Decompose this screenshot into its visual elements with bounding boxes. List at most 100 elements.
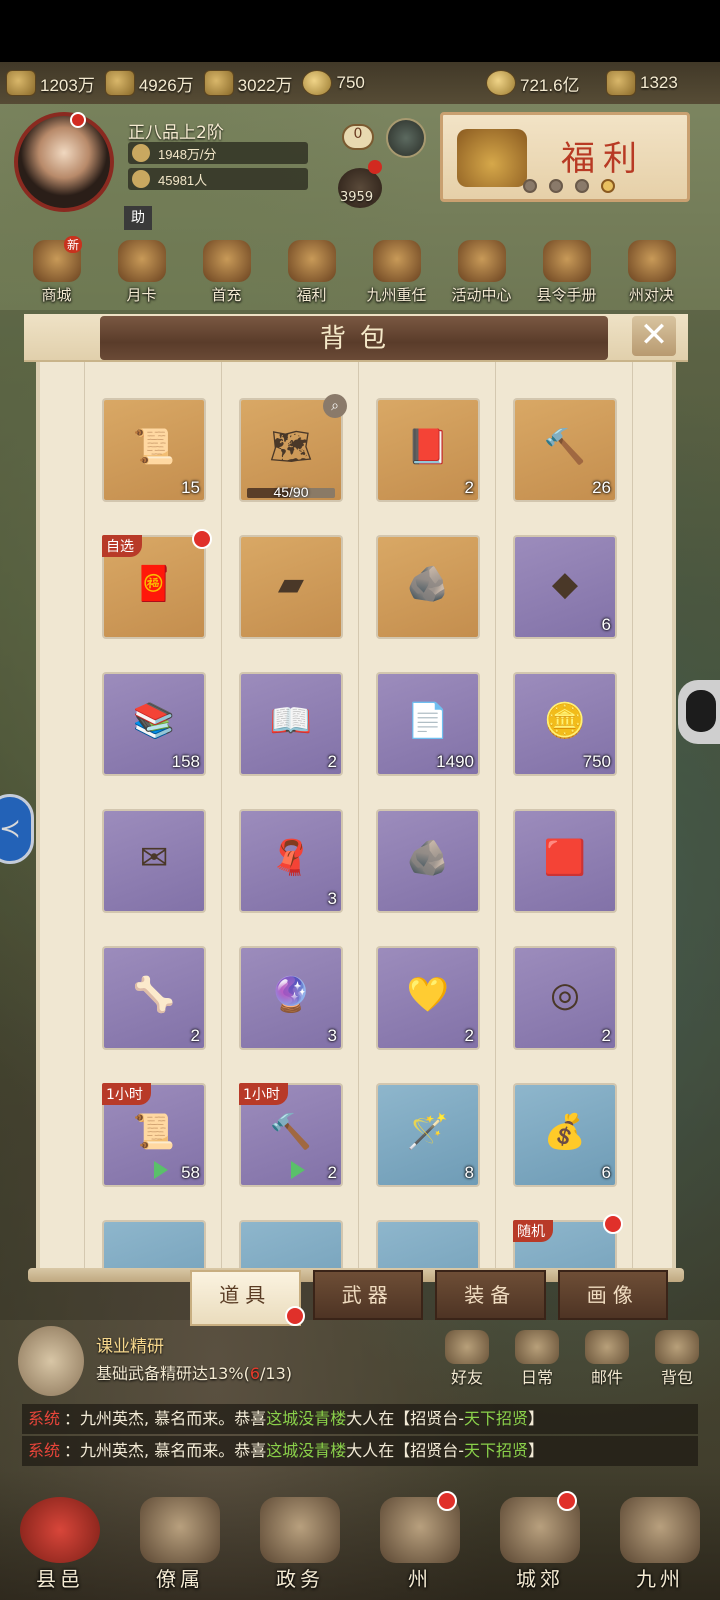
speedup-arrow-icon	[291, 1161, 305, 1179]
inventory-slot[interactable]: 📄 1490	[378, 674, 478, 774]
top-menu-item[interactable]: 商城 新	[14, 236, 99, 308]
inventory-slot[interactable]: 🪨	[378, 537, 478, 637]
top-menu-item[interactable]: 福利	[269, 240, 354, 308]
inventory-slot[interactable]: ◆ 6	[515, 537, 615, 637]
top-menu-label: 月卡	[126, 286, 157, 304]
inventory-slot[interactable]	[241, 1222, 341, 1272]
inventory-slot[interactable]: 随机	[513, 1214, 623, 1272]
helper-button[interactable]: 助	[124, 206, 152, 230]
tab-equipment[interactable]: 装备	[435, 1270, 546, 1320]
people-notification-dot	[368, 160, 382, 174]
search-icon[interactable]: ⌕	[323, 394, 347, 418]
side-button[interactable]: 日常	[502, 1330, 572, 1390]
chat-player-name: 这城没青楼	[266, 1441, 347, 1460]
inventory-slot[interactable]: 🪙 750	[515, 674, 615, 774]
side-button[interactable]: 邮件	[572, 1330, 642, 1390]
chat-player-name: 这城没青楼	[266, 1409, 347, 1428]
top-menu-item[interactable]: 月卡	[99, 240, 184, 308]
jade-disc-icon: ◎	[550, 975, 580, 1015]
notification-dot	[284, 1306, 305, 1326]
resource-ingot[interactable]: 1323	[606, 70, 678, 96]
inventory-slot[interactable]: ▰	[241, 537, 341, 637]
top-menu-item[interactable]: 州对决	[609, 240, 694, 308]
quest-description: 基础武备精研达13%(6/13)	[96, 1360, 292, 1384]
inventory-slot[interactable]: 🔮 3	[241, 948, 341, 1048]
item-count: 6	[601, 1163, 611, 1182]
inventory-slot[interactable]: 📜 58 1小时	[102, 1083, 204, 1185]
tab-props[interactable]: 道具	[190, 1270, 305, 1326]
top-menu-label: 州对决	[628, 286, 674, 304]
inventory-slot[interactable]: ✉	[104, 811, 204, 911]
chat-text: 大人在【招贤台-	[346, 1409, 464, 1428]
inventory-slot[interactable]: 🧣 3	[241, 811, 341, 911]
quest-tracker[interactable]: 课业精研 基础武备精研达13%(6/13)	[18, 1326, 448, 1402]
inventory-slot[interactable]: 🟥	[515, 811, 615, 911]
banner-title: 福利	[561, 139, 645, 179]
ore-chunk-icon: 🪨	[406, 564, 450, 604]
item-count: 2	[190, 1026, 200, 1045]
bottom-nav-item[interactable]: 僚属	[125, 1497, 235, 1592]
income-bar: 1948万/分	[128, 142, 308, 164]
coin-add-icon[interactable]	[302, 70, 333, 96]
side-button[interactable]: 好友	[432, 1330, 502, 1390]
gold-coin-icon: 🪙	[543, 701, 587, 741]
copper-coin-icon	[486, 70, 516, 96]
item-count: 2	[327, 752, 337, 771]
notification-dot	[192, 529, 212, 549]
resource-coin[interactable]: 750	[302, 70, 365, 96]
status-bar	[0, 0, 720, 62]
top-menu-item[interactable]: 活动中心	[439, 240, 524, 308]
side-button[interactable]: 背包	[642, 1330, 712, 1390]
inventory-slot[interactable]: 💛 2	[378, 948, 478, 1048]
brocade-icon: 🟥	[543, 838, 587, 878]
inventory-slot[interactable]: 🦴 2	[104, 948, 204, 1048]
resource-copper: 721.6亿	[486, 70, 580, 96]
top-menu-item[interactable]: 县令手册	[524, 240, 609, 308]
tab-label: 装备	[464, 1283, 517, 1307]
pager-dot	[523, 179, 537, 193]
inventory-slot[interactable]: 🔨 2 1小时	[239, 1083, 341, 1185]
tab-portraits[interactable]: 画像	[557, 1270, 668, 1320]
inventory-slot[interactable]: 🧧 自选	[102, 529, 212, 637]
ingot-add-icon[interactable]	[606, 70, 636, 96]
inventory-slot[interactable]: ◎ 2	[515, 948, 615, 1048]
inventory-slot[interactable]	[378, 1222, 478, 1272]
refresh-icon[interactable]	[386, 118, 426, 158]
inventory-slot[interactable]: 🔨 26	[515, 400, 615, 500]
inventory-slot[interactable]: 🪨	[378, 811, 478, 911]
inventory-slot[interactable]: 📖 2	[241, 674, 341, 774]
chat-line[interactable]: 系统 ：九州英杰, 慕名而来。恭喜这城没青楼大人在【招贤台-天下招贤】	[22, 1436, 698, 1466]
inventory-slot[interactable]: 🗺 45/90 ⌕	[241, 394, 347, 500]
tab-weapons[interactable]: 武器	[312, 1270, 423, 1320]
menu-icon	[287, 240, 336, 282]
chat-line[interactable]: 系统 ：九州英杰, 慕名而来。恭喜这城没青楼大人在【招贤台-天下招贤】	[22, 1404, 698, 1434]
player-avatar[interactable]	[14, 112, 114, 212]
bottom-nav-item[interactable]: 城郊	[485, 1491, 595, 1592]
nav-icon	[620, 1497, 700, 1563]
top-menu-item[interactable]: 首充	[184, 240, 269, 308]
inventory-slot[interactable]: 📕 2	[378, 400, 478, 500]
side-button-icon	[655, 1330, 699, 1364]
grid-line	[221, 362, 222, 1272]
bottom-nav-label: 僚属	[156, 1567, 204, 1591]
counter-badge[interactable]: 0	[342, 124, 374, 150]
welfare-banner[interactable]: 福利	[440, 112, 690, 202]
inventory-slot[interactable]: 📜 15	[104, 400, 204, 500]
income-icon	[132, 144, 150, 162]
bottom-nav-item[interactable]: 政务	[245, 1497, 355, 1592]
inventory-slot[interactable]: 🪄 8	[378, 1085, 478, 1185]
grid-line	[358, 362, 359, 1272]
bottom-nav-item[interactable]: 县邑	[5, 1497, 115, 1592]
close-button[interactable]: ✕	[632, 316, 676, 356]
inventory-slot[interactable]: 📚 158	[104, 674, 204, 774]
side-button-icon	[585, 1330, 629, 1364]
item-count: 2	[464, 1026, 474, 1045]
scroll-hammer-icon: 🔨	[543, 427, 587, 467]
top-menu-item[interactable]: 九州重任	[354, 240, 439, 308]
bottom-nav-item[interactable]: 九州	[605, 1497, 715, 1592]
inventory-slot[interactable]	[104, 1222, 204, 1272]
item-progress-text: 45/90	[273, 484, 309, 500]
inventory-slot[interactable]: 💰 6	[515, 1085, 615, 1185]
bone-icon: 🦴	[132, 975, 176, 1015]
bottom-nav-item[interactable]: 州	[365, 1491, 475, 1592]
